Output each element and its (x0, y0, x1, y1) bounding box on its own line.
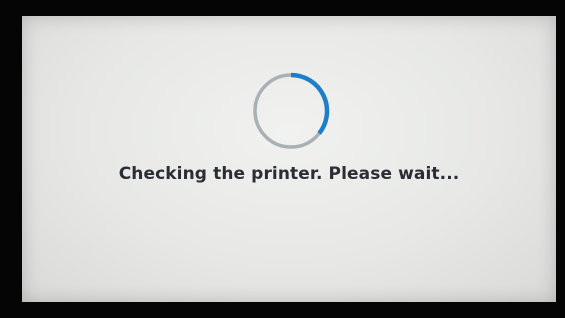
device-bezel: Checking the printer. Please wait... (0, 0, 565, 318)
status-message: Checking the printer. Please wait... (118, 164, 460, 184)
spinner-graphic (253, 72, 330, 149)
printer-display-screen: Checking the printer. Please wait... (22, 16, 556, 302)
spinner-arc (290, 72, 330, 135)
loading-spinner-icon (251, 71, 331, 151)
